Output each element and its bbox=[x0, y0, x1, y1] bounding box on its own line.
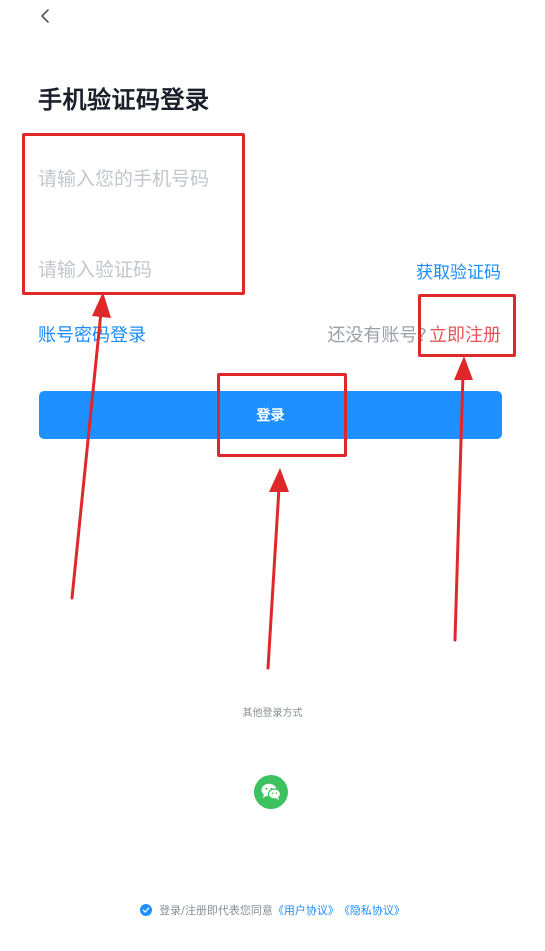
other-login-label: 其他登录方式 bbox=[242, 708, 303, 719]
wechat-login-button[interactable] bbox=[254, 775, 288, 809]
annotation-arrowhead-inputs bbox=[92, 292, 111, 318]
no-account-text: 还没有账号? bbox=[327, 325, 427, 346]
get-code-link[interactable]: 获取验证码 bbox=[416, 258, 501, 283]
phone-input[interactable] bbox=[38, 162, 238, 196]
agreement-text: 登录/注册即代表您同意 bbox=[159, 904, 273, 917]
agreement-row: 登录/注册即代表您同意 《用户协议》 《隐私协议》 bbox=[0, 902, 545, 918]
agreement-checkbox[interactable] bbox=[140, 904, 153, 916]
login-button-label: 登录 bbox=[256, 408, 285, 424]
register-link[interactable]: 立即注册 bbox=[429, 321, 501, 347]
annotation-arrowhead-login bbox=[269, 468, 289, 492]
annotation-arrowhead-register bbox=[454, 356, 473, 380]
privacy-agreement-link[interactable]: 《隐私协议》 bbox=[339, 902, 405, 918]
annotation-arrow-inputs bbox=[70, 310, 103, 600]
user-agreement-link[interactable]: 《用户协议》 bbox=[273, 902, 339, 918]
back-button[interactable] bbox=[33, 4, 57, 28]
verification-code-input[interactable] bbox=[38, 253, 238, 287]
register-prompt: 还没有账号? 立即注册 bbox=[327, 321, 501, 347]
login-button[interactable]: 登录 bbox=[39, 391, 502, 439]
wechat-icon bbox=[261, 783, 282, 801]
checkmark-icon bbox=[142, 907, 150, 913]
password-login-link[interactable]: 账号密码登录 bbox=[38, 321, 146, 347]
annotation-arrow-login bbox=[266, 486, 281, 670]
page-title: 手机验证码登录 bbox=[38, 86, 210, 114]
chevron-left-icon bbox=[41, 9, 49, 23]
